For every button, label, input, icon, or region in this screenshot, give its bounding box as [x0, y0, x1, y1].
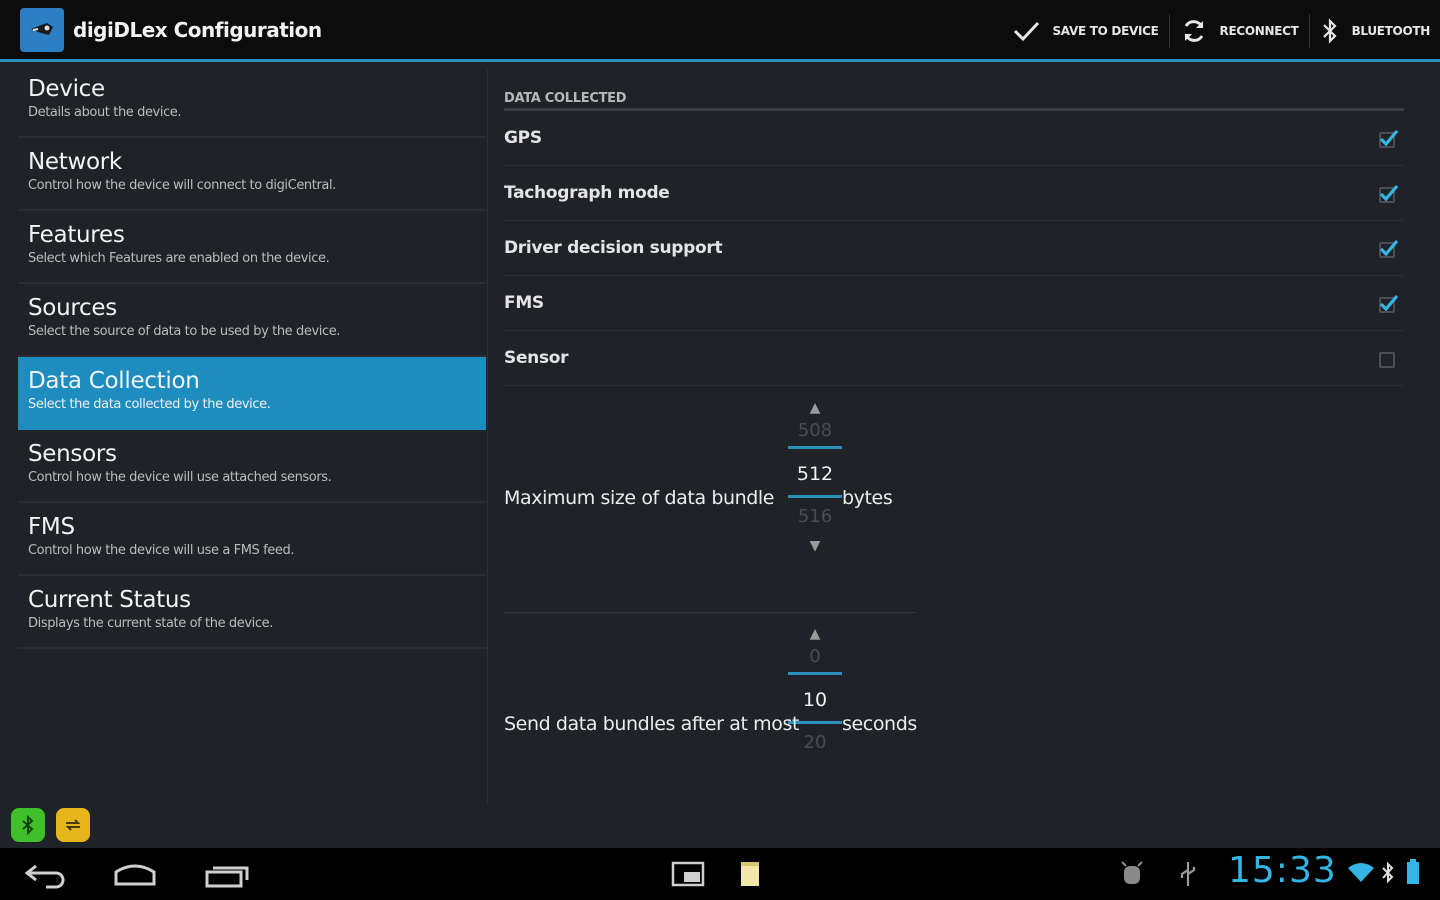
bluetooth-status-icon[interactable]: [11, 808, 45, 842]
setting-label: Driver decision support: [504, 238, 723, 258]
nav-item-title: Device: [28, 76, 105, 102]
bundle-size-unit: bytes: [842, 487, 893, 509]
picker-prev-value[interactable]: 0: [788, 646, 842, 672]
nav-item-title: Network: [28, 149, 122, 175]
row-divider: [504, 612, 916, 613]
bundle-time-number-picker[interactable]: ▲ 0 10 20: [788, 626, 842, 758]
nav-item-current-status[interactable]: Current Status Displays the current stat…: [18, 576, 486, 649]
reconnect-label: RECONNECT: [1219, 24, 1299, 38]
nav-item-device[interactable]: Device Details about the device.: [18, 65, 486, 138]
nav-item-title: Features: [28, 222, 125, 248]
gps-checkbox[interactable]: [1376, 127, 1399, 149]
decrement-arrow-icon[interactable]: ▼: [788, 538, 842, 558]
increment-arrow-icon[interactable]: ▲: [788, 400, 842, 420]
refresh-icon: [1184, 20, 1203, 42]
nav-item-features[interactable]: Features Select which Features are enabl…: [18, 211, 486, 284]
nav-item-title: Sources: [28, 295, 117, 321]
action-bar: digiDLex Configuration SAVE TO DEVICE RE…: [0, 0, 1440, 62]
bundle-time-label: Send data bundles after at most: [504, 713, 800, 735]
sensor-checkbox[interactable]: [1376, 347, 1398, 369]
pane-divider: [487, 70, 488, 805]
setting-row-tachograph-mode[interactable]: Tachograph mode: [504, 166, 1404, 221]
setting-row-gps[interactable]: GPS: [504, 111, 1404, 166]
bluetooth-label: BLUETOOTH: [1351, 24, 1431, 38]
setting-label: GPS: [504, 128, 542, 148]
home-icon: [114, 864, 156, 886]
picker-current-value[interactable]: 512: [788, 446, 842, 498]
battery-icon: [1403, 858, 1423, 890]
setting-row-driver-decision-support[interactable]: Driver decision support: [504, 221, 1404, 276]
sync-status-icon[interactable]: [56, 808, 90, 842]
fms-checkbox[interactable]: [1376, 292, 1399, 314]
checkmark-icon: [1014, 21, 1040, 42]
nav-item-subtitle: Select the source of data to be used by …: [28, 324, 341, 339]
nav-item-subtitle: Select the data collected by the device.: [28, 397, 271, 412]
bluetooth-status-bar-icon: [1380, 860, 1396, 890]
nav-item-title: FMS: [28, 514, 75, 540]
picker-next-value[interactable]: 516: [788, 506, 842, 532]
nav-item-data-collection[interactable]: Data Collection Select the data collecte…: [18, 357, 486, 430]
recent-apps-icon: [205, 866, 249, 888]
bundle-size-number-picker[interactable]: ▲ 508 512 516 ▼: [788, 400, 842, 558]
nav-item-network[interactable]: Network Control how the device will conn…: [18, 138, 486, 211]
screen-mirror-icon: [671, 861, 705, 887]
picker-next-value[interactable]: 20: [788, 732, 842, 758]
section-header-data-collected: DATA COLLECTED: [504, 91, 1404, 111]
nav-item-title: Data Collection: [28, 368, 200, 394]
nav-item-subtitle: Select which Features are enabled on the…: [28, 251, 330, 266]
nav-item-title: Sensors: [28, 441, 117, 467]
nav-item-subtitle: Control how the device will connect to d…: [28, 178, 336, 193]
app-title: digiDLex Configuration: [73, 17, 322, 42]
nav-item-sources[interactable]: Sources Select the source of data to be …: [18, 284, 486, 357]
back-button[interactable]: [22, 858, 68, 896]
recent-apps-button[interactable]: [203, 858, 251, 896]
nav-item-subtitle: Details about the device.: [28, 105, 182, 120]
driver-decision-support-checkbox[interactable]: [1376, 237, 1399, 259]
app-logo-icon[interactable]: [20, 7, 64, 52]
home-button[interactable]: [112, 858, 158, 896]
save-to-device-button[interactable]: SAVE TO DEVICE: [1002, 11, 1168, 51]
nav-item-subtitle: Displays the current state of the device…: [28, 616, 273, 631]
nav-item-title: Current Status: [28, 587, 191, 613]
setting-row-fms[interactable]: FMS: [504, 276, 1404, 331]
bundle-time-unit: seconds: [842, 713, 917, 735]
settings-category-list: Device Details about the device. Network…: [18, 65, 486, 655]
tachograph-mode-checkbox[interactable]: [1376, 182, 1399, 204]
wifi-icon: [1346, 860, 1376, 888]
nav-item-fms[interactable]: FMS Control how the device will use a FM…: [18, 503, 486, 576]
picker-prev-value[interactable]: 508: [788, 420, 842, 446]
setting-label: Tachograph mode: [504, 183, 670, 203]
system-navigation-bar: [0, 848, 1440, 900]
bluetooth-button[interactable]: BLUETOOTH: [1310, 11, 1440, 51]
setting-row-sensor[interactable]: Sensor: [504, 331, 1404, 386]
notes-icon: [741, 862, 759, 886]
status-clock: 15:33: [1228, 850, 1337, 891]
reconnect-button[interactable]: RECONNECT: [1170, 11, 1309, 51]
increment-arrow-icon[interactable]: ▲: [788, 626, 842, 646]
screen-mirror-button[interactable]: [670, 858, 706, 894]
usb-notification-icon[interactable]: [1176, 858, 1200, 894]
bluetooth-icon: [1322, 18, 1337, 44]
debug-notification-icon[interactable]: [1118, 858, 1146, 894]
bundle-size-label: Maximum size of data bundle: [504, 487, 775, 509]
setting-label: FMS: [504, 293, 544, 313]
save-to-device-label: SAVE TO DEVICE: [1052, 24, 1159, 38]
nav-item-sensors[interactable]: Sensors Control how the device will use …: [18, 430, 486, 503]
notes-button[interactable]: [738, 858, 762, 894]
back-icon: [24, 864, 65, 889]
nav-item-subtitle: Control how the device will use attached…: [28, 470, 332, 485]
nav-item-subtitle: Control how the device will use a FMS fe…: [28, 543, 295, 558]
setting-label: Sensor: [504, 348, 569, 368]
